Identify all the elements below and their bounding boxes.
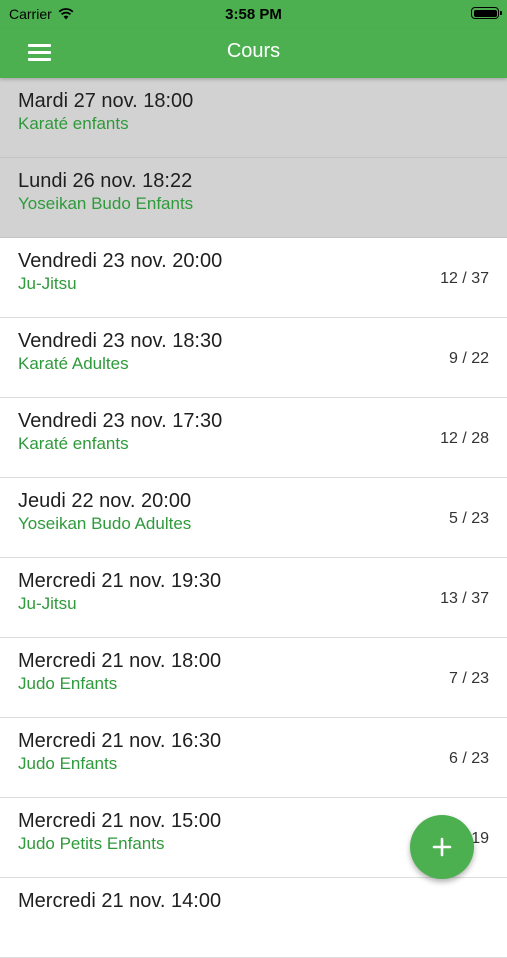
plus-icon [432,837,452,857]
session-course: Ju-Jitsu [18,274,77,293]
session-date: Mercredi 21 nov. 16:30 [18,730,222,752]
session-row[interactable]: Lundi 26 nov. 18:22 Yoseikan Budo Enfant… [0,158,507,238]
session-date: Mercredi 21 nov. 19:30 [18,570,222,592]
session-attendance: 12 / 28 [440,430,489,447]
session-date: Mercredi 21 nov. 15:00 [18,810,222,832]
session-course: Judo Enfants [18,754,118,773]
page-title: Cours [226,40,281,62]
session-date: Mardi 27 nov. 18:00 [18,90,194,112]
session-attendance: 5 / 23 [448,510,489,527]
session-course: Karaté enfants [18,434,129,453]
session-row[interactable]: Vendredi 23 nov. 17:30 Karaté enfants 12… [0,398,507,478]
session-row[interactable]: Vendredi 23 nov. 20:00 Ju-Jitsu 12 / 37 [0,238,507,318]
session-attendance: 6 / 23 [448,750,489,767]
session-row[interactable]: Mercredi 21 nov. 19:30 Ju-Jitsu 13 / 37 [0,558,507,638]
session-date: Mercredi 21 nov. 18:00 [18,650,222,672]
session-date: Vendredi 23 nov. 17:30 [18,410,223,432]
session-course: Ju-Jitsu [18,594,77,613]
session-row[interactable]: Mercredi 21 nov. 18:00 Judo Enfants 7 / … [0,638,507,718]
session-row[interactable]: Mercredi 21 nov. 16:30 Judo Enfants 6 / … [0,718,507,798]
session-attendance: 12 / 37 [440,270,489,287]
session-course: Judo Petits Enfants [18,834,165,853]
battery-icon [471,7,502,19]
status-bar: Carrier 3:58 PM [0,0,507,28]
session-date: Mercredi 21 nov. 14:00 [18,890,222,912]
app-bar: Cours [0,28,507,78]
session-date: Lundi 26 nov. 18:22 [18,170,193,192]
session-course: Judo Enfants [18,674,118,693]
session-row[interactable]: Vendredi 23 nov. 18:30 Karaté Adultes 9 … [0,318,507,398]
session-attendance: 9 / 22 [448,350,489,367]
session-date: Vendredi 23 nov. 20:00 [18,250,223,272]
battery-fill [473,9,497,17]
session-date: Vendredi 23 nov. 18:30 [18,330,223,352]
add-session-button[interactable] [410,815,474,879]
session-course: Yoseikan Budo Enfants [18,194,194,213]
session-row[interactable]: Jeudi 22 nov. 20:00 Yoseikan Budo Adulte… [0,478,507,558]
session-date: Jeudi 22 nov. 20:00 [18,490,192,512]
session-row[interactable]: Mardi 27 nov. 18:00 Karaté enfants [0,78,507,158]
session-course: Karaté Adultes [18,354,129,373]
session-attendance: 13 / 37 [440,590,489,607]
session-course: Karaté enfants [18,114,129,133]
status-time: 3:58 PM [225,6,282,23]
session-course: Yoseikan Budo Adultes [18,514,192,533]
session-attendance: 7 / 23 [448,670,489,687]
session-row[interactable]: Mercredi 21 nov. 14:00 [0,878,507,958]
